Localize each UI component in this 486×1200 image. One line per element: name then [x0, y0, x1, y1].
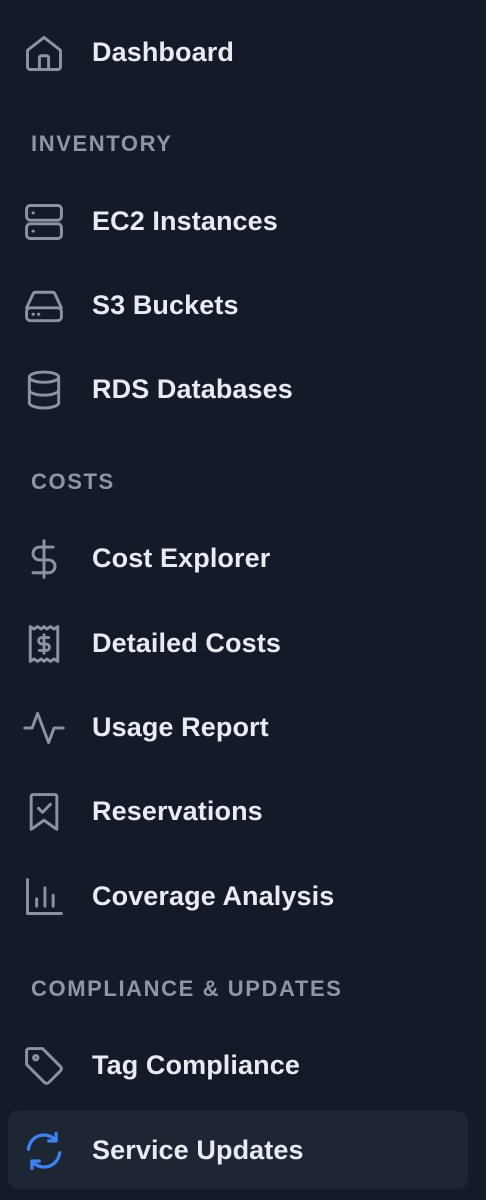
nav-item-label: Coverage Analysis: [92, 880, 335, 911]
section-heading-costs: COSTS: [31, 469, 115, 494]
nav-item-label: S3 Buckets: [92, 289, 239, 320]
home-icon: [22, 31, 66, 75]
activity-icon: [22, 706, 66, 750]
nav-item-detailed-costs[interactable]: Detailed Costs: [8, 604, 468, 682]
section-heading-inventory: INVENTORY: [31, 131, 173, 156]
nav-item-coverage-analysis[interactable]: Coverage Analysis: [8, 857, 468, 935]
refresh-icon: [22, 1129, 66, 1173]
nav-item-tag-compliance[interactable]: Tag Compliance: [8, 1026, 468, 1104]
nav-item-s3-buckets[interactable]: S3 Buckets: [8, 266, 468, 344]
nav-item-label: Usage Report: [92, 711, 269, 742]
nav-item-label: Detailed Costs: [92, 627, 281, 658]
tag-icon: [22, 1044, 66, 1088]
bar-chart-icon: [22, 875, 66, 919]
bookmark-check-icon: [22, 790, 66, 834]
nav-item-service-updates[interactable]: Service Updates: [8, 1111, 468, 1189]
dollar-sign-icon: [22, 537, 66, 581]
nav-item-label: Service Updates: [92, 1134, 304, 1165]
nav-item-label: Tag Compliance: [92, 1049, 300, 1080]
nav-item-label: EC2 Instances: [92, 205, 278, 236]
nav-item-cost-explorer[interactable]: Cost Explorer: [8, 519, 468, 597]
nav-item-ec2-instances[interactable]: EC2 Instances: [8, 182, 468, 260]
nav-item-label: Cost Explorer: [92, 542, 271, 573]
nav-item-reservations[interactable]: Reservations: [8, 772, 468, 850]
hard-drive-icon: [22, 284, 66, 328]
nav-item-dashboard[interactable]: Dashboard: [8, 13, 468, 91]
database-icon: [22, 368, 66, 412]
nav-item-label: RDS Databases: [92, 373, 293, 404]
nav-item-label: Dashboard: [92, 36, 234, 67]
nav-item-label: Reservations: [92, 795, 263, 826]
nav-item-usage-report[interactable]: Usage Report: [8, 688, 468, 766]
nav-item-rds-databases[interactable]: RDS Databases: [8, 350, 468, 428]
sidebar-nav: Dashboard INVENTORY EC2 Instances S3 Buc…: [0, 0, 486, 1200]
section-heading-compliance: COMPLIANCE & UPDATES: [31, 976, 343, 1001]
server-icon: [22, 200, 66, 244]
receipt-icon: [22, 622, 66, 666]
